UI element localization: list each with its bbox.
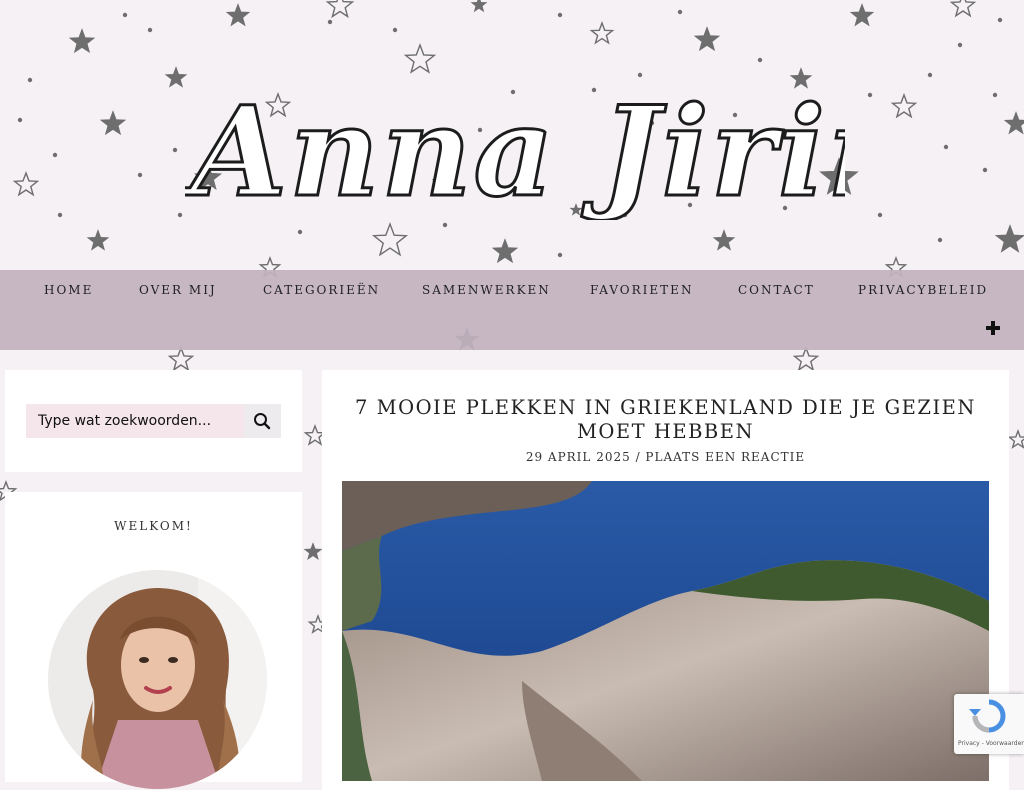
nav-item-samenwerken[interactable]: SAMENWERKEN [422,283,551,297]
nav-item-favorieten[interactable]: FAVORIETEN [590,283,693,297]
nav-menu: HOME OVER MIJ CATEGORIEËN SAMENWERKEN FA… [0,270,1024,310]
logo-text: Anna Jirina [185,80,845,220]
search-input[interactable] [26,404,244,438]
star-icon [792,346,820,372]
star-icon [167,346,195,372]
recaptcha-text: Privacy - Voorwaarden [958,740,1024,747]
nav-item-contact[interactable]: CONTACT [738,283,815,297]
star-icon [303,542,323,560]
avatar [48,570,267,789]
nav-item-categorieen[interactable]: CATEGORIEËN [263,283,380,297]
post-date: 29 APRIL 2025 [525,450,631,464]
plus-icon[interactable] [985,320,1001,336]
nav-item-home[interactable]: HOME [44,283,93,297]
site-logo[interactable]: Anna Jirina [185,60,845,221]
search-icon [254,413,271,430]
main-navigation: HOME OVER MIJ CATEGORIEËN SAMENWERKEN FA… [0,270,1024,350]
nav-item-privacybeleid[interactable]: PRIVACYBELEID [858,283,988,297]
star-icon [1007,428,1024,449]
welcome-title: WELKOM! [114,519,193,533]
search-widget [5,370,302,472]
post-title[interactable]: 7 MOOIE PLEKKEN IN GRIEKENLAND DIE JE GE… [352,396,979,444]
post-meta: 29 APRIL 2025 / PLAATS EEN REACTIE [322,450,1009,464]
welcome-widget: WELKOM! [5,492,302,789]
site-header: Anna Jirina [0,0,1024,270]
search-button[interactable] [244,404,281,438]
recaptcha-icon [969,699,1006,733]
article-card: 7 MOOIE PLEKKEN IN GRIEKENLAND DIE JE GE… [322,370,1009,790]
featured-image[interactable] [342,481,989,781]
leave-comment-link[interactable]: PLAATS EEN REACTIE [645,450,805,464]
nav-item-over-mij[interactable]: OVER MIJ [139,283,217,297]
recaptcha-badge[interactable]: Privacy - Voorwaarden [954,694,1024,754]
meta-separator: / [635,450,646,464]
